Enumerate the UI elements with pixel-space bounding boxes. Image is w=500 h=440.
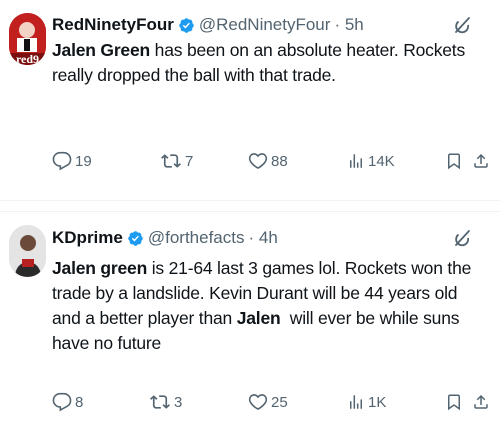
mention-text: Jalen green <box>52 258 148 278</box>
timestamp[interactable]: · 4h <box>249 228 278 248</box>
bookmark-button[interactable] <box>445 148 463 174</box>
avatar[interactable]: red9 <box>9 13 46 65</box>
bookmark-button[interactable] <box>445 389 463 415</box>
views-count: 14K <box>368 152 395 170</box>
views-button[interactable]: 1K <box>347 389 386 415</box>
user-handle[interactable]: @RedNinetyFour <box>199 15 331 35</box>
reply-icon <box>52 151 72 171</box>
repost-icon <box>150 395 170 409</box>
tweet-divider <box>0 200 500 212</box>
tweet-actions: 19 7 88 14K <box>52 148 492 174</box>
tweet-card[interactable]: red9 RedNinetyFour @RedNinetyFour · 5h J… <box>0 0 500 200</box>
share-button[interactable] <box>472 389 490 415</box>
avatar-logo-text: red9 <box>16 52 39 65</box>
tweet-text: Jalen green is 21-64 last 3 games lol. R… <box>52 258 472 353</box>
avatar-image: red9 <box>9 13 46 65</box>
heart-icon <box>248 153 268 169</box>
tweet-text: Jalen Green has been on an absolute heat… <box>52 40 466 85</box>
repost-button[interactable]: 3 <box>149 389 182 415</box>
reply-button[interactable]: 19 <box>52 148 92 174</box>
share-icon <box>474 153 488 168</box>
tweet-header: RedNinetyFour @RedNinetyFour · 5h <box>52 13 364 37</box>
like-count: 88 <box>271 152 288 170</box>
avatar-image <box>9 225 46 277</box>
timestamp[interactable]: · 5h <box>334 15 363 35</box>
reply-icon <box>52 392 72 412</box>
share-icon <box>474 394 488 409</box>
reply-count: 8 <box>75 393 84 411</box>
verified-badge-icon <box>179 17 194 33</box>
display-name[interactable]: KDprime <box>52 228 123 248</box>
repost-count: 7 <box>185 152 194 170</box>
like-count: 25 <box>271 393 288 411</box>
repost-button[interactable]: 7 <box>160 148 193 174</box>
like-button[interactable]: 25 <box>248 389 288 415</box>
mention-text: Jalen Green <box>52 40 150 60</box>
reply-button[interactable]: 8 <box>52 389 83 415</box>
like-button[interactable]: 88 <box>248 148 288 174</box>
tweet-header: KDprime @forthefacts · 4h <box>52 226 278 250</box>
views-button[interactable]: 14K <box>347 148 395 174</box>
user-handle[interactable]: @forthefacts <box>148 228 245 248</box>
display-name[interactable]: RedNinetyFour <box>52 15 174 35</box>
reply-count: 19 <box>75 152 92 170</box>
heart-icon <box>248 394 268 410</box>
bookmark-icon <box>448 394 460 411</box>
views-icon <box>350 395 362 409</box>
tweet-card[interactable]: KDprime @forthefacts · 4h Jalen green is… <box>0 212 500 440</box>
grok-icon[interactable] <box>452 228 472 250</box>
share-button[interactable] <box>472 148 490 174</box>
mention-text: Jalen <box>236 308 281 328</box>
views-icon <box>350 154 362 168</box>
bookmark-icon <box>448 153 460 170</box>
avatar[interactable] <box>9 225 46 277</box>
grok-icon[interactable] <box>452 15 472 37</box>
repost-count: 3 <box>174 393 183 411</box>
tweet-actions: 8 3 25 1K <box>52 389 492 415</box>
repost-icon <box>161 154 181 168</box>
verified-badge-icon <box>128 230 143 246</box>
views-count: 1K <box>368 393 387 411</box>
